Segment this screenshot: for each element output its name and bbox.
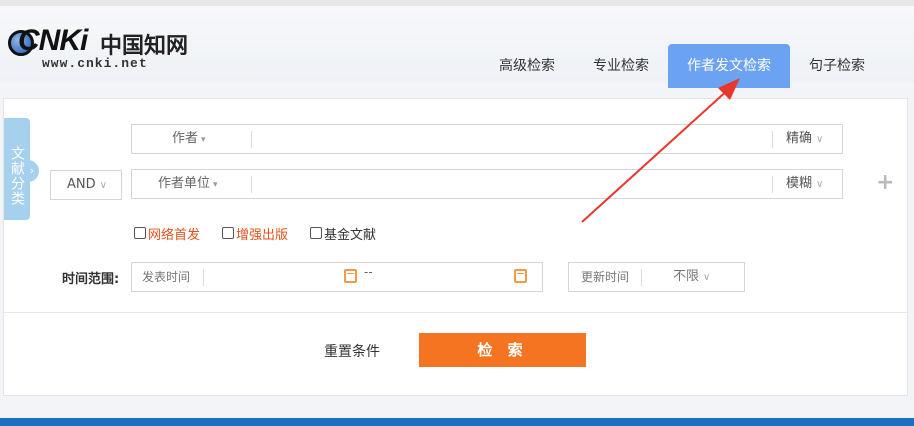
chevron-down-icon: ∨ [816,134,824,145]
divider [251,131,252,148]
author-input[interactable] [253,125,771,153]
match-mode-label: 精确 [786,131,813,146]
reset-button[interactable]: 重置条件 [324,341,380,361]
calendar-icon[interactable] [514,269,527,283]
enhanced-publish-checkbox[interactable]: 增强出版 [222,224,288,243]
checkbox-label: 网络首发 [148,227,201,243]
author-field-select[interactable]: 作者 ▾ [172,125,206,153]
affiliation-field-select[interactable]: 作者单位 ▾ [158,170,218,198]
publish-date-range: 发表时间 -- [131,262,543,292]
header: CNKi 中国知网 www.cnki.net 高级检索 专业检索 作者发文检索 … [0,6,914,88]
logic-select[interactable]: AND ∨ [50,170,122,200]
affiliation-search-row: 作者单位 ▾ 模糊 ∨ [131,169,843,199]
time-range-label: 时间范围: [62,272,120,287]
update-time-value[interactable]: 不限 ∨ [673,263,710,291]
update-time-label: 更新时间 [581,270,630,284]
divider [251,176,252,193]
logic-label: AND [67,177,96,192]
start-date-input[interactable] [205,263,341,291]
cnki-logo[interactable]: CNKi 中国知网 www.cnki.net [8,20,193,71]
search-tabs: 高级检索 专业检索 作者发文检索 句子检索 [480,44,884,88]
affiliation-input[interactable] [253,170,771,198]
bottom-bar [0,418,914,426]
field-label: 作者 [172,131,199,146]
checkbox-label: 增强出版 [236,227,289,243]
search-button[interactable]: 检 索 [419,333,586,367]
tab-author-search[interactable]: 作者发文检索 [668,44,790,88]
caret-down-icon: ▾ [201,135,206,145]
chevron-down-icon: ∨ [703,272,711,283]
section-divider [4,312,907,313]
checkbox-box[interactable] [222,227,235,239]
calendar-icon[interactable] [344,269,357,283]
tab-professional-search[interactable]: 专业检索 [574,44,668,88]
date-range-separator: -- [364,265,373,279]
tab-advanced-search[interactable]: 高级检索 [480,44,574,88]
match-mode-label: 模糊 [786,176,813,191]
filter-checkboxes: 网络首发 增强出版 基金文献 [134,224,398,243]
update-time-select[interactable]: 更新时间 不限 ∨ [568,262,745,292]
divider [772,176,773,193]
caret-down-icon: ▾ [213,180,218,190]
checkbox-label: 基金文献 [324,227,377,243]
add-row-icon[interactable]: + [876,170,894,195]
checkbox-box[interactable] [310,227,323,239]
logo-url: www.cnki.net [42,56,148,71]
divider [641,269,642,286]
fund-literature-checkbox[interactable]: 基金文献 [310,224,376,243]
chevron-down-icon: ∨ [816,179,824,190]
tab-sentence-search[interactable]: 句子检索 [790,44,884,88]
publish-time-label: 发表时间 [142,270,191,284]
match-mode-select[interactable]: 模糊 ∨ [786,170,823,198]
match-mode-select[interactable]: 精确 ∨ [786,125,823,153]
chevron-down-icon: ∨ [99,180,107,191]
update-value-label: 不限 [673,269,700,284]
divider [203,269,204,286]
divider [772,131,773,148]
online-first-checkbox[interactable]: 网络首发 [134,224,200,243]
logo-brand: CNKi [18,24,88,57]
author-search-row: 作者 ▾ 精确 ∨ [131,124,843,154]
field-label: 作者单位 [158,176,211,191]
end-date-input[interactable] [382,263,510,291]
checkbox-box[interactable] [134,227,146,239]
